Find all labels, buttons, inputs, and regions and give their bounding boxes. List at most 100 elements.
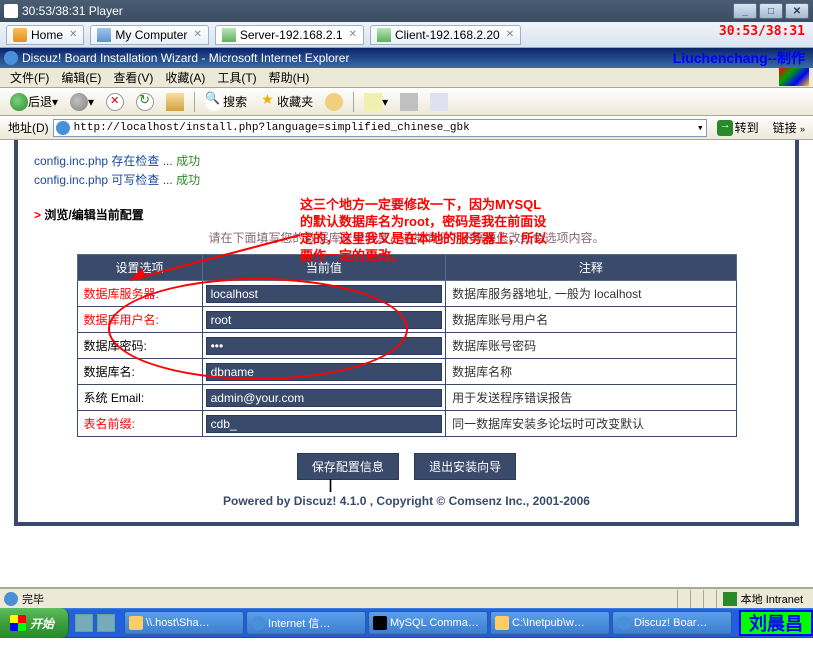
- check-line: config.inc.php 可写检查 ... 成功: [34, 171, 779, 188]
- db-name-input[interactable]: [206, 363, 443, 381]
- back-button[interactable]: 后退 ▾: [5, 90, 63, 114]
- separator: [194, 92, 195, 112]
- table-row: 数据库服务器: 数据库服务器地址, 一般为 localhost: [77, 281, 736, 307]
- col-option: 设置选项: [77, 255, 202, 281]
- ie-logo-icon: [4, 51, 18, 65]
- favorites-button[interactable]: 收藏夹: [254, 90, 318, 114]
- tab-home[interactable]: Home ✕: [6, 25, 84, 45]
- task-button[interactable]: Internet 信…: [246, 611, 366, 635]
- address-input[interactable]: http://localhost/install.php?language=si…: [53, 119, 707, 137]
- ql-icon[interactable]: [75, 614, 93, 632]
- db-password-input[interactable]: [206, 337, 443, 355]
- player-titlebar: 30:53/38:31 Player _ □ ✕: [0, 0, 813, 22]
- edit-button[interactable]: [425, 90, 453, 114]
- stop-button[interactable]: [101, 90, 129, 114]
- close-button[interactable]: ✕: [785, 3, 809, 19]
- mail-icon: [364, 93, 382, 111]
- refresh-button[interactable]: [131, 90, 159, 114]
- menu-help[interactable]: 帮助(H): [263, 69, 316, 86]
- ql-icon[interactable]: [97, 614, 115, 632]
- footer-text: Powered by Discuz! 4.1.0 , Copyright © C…: [34, 494, 779, 508]
- go-button[interactable]: 转到: [711, 119, 765, 136]
- go-icon: [717, 120, 733, 136]
- status-cell: [690, 590, 703, 608]
- tab-close-icon[interactable]: ✕: [349, 29, 357, 40]
- go-label: 转到: [735, 119, 759, 136]
- config-table: 设置选项 当前值 注释 数据库服务器: 数据库服务器地址, 一般为 localh…: [77, 254, 737, 437]
- row-label: 数据库服务器:: [77, 281, 202, 307]
- email-input[interactable]: [206, 389, 443, 407]
- home-icon: [166, 93, 184, 111]
- row-note: 同一数据库安装多论坛时可改变默认: [446, 411, 736, 437]
- task-button[interactable]: C:\Inetpub\w…: [490, 611, 610, 635]
- tab-server[interactable]: Server-192.168.2.1 ✕: [215, 25, 364, 45]
- tab-mycomputer[interactable]: My Computer✕: [90, 25, 208, 45]
- row-label: 系统 Email:: [77, 385, 202, 411]
- menu-file[interactable]: 文件(F): [4, 69, 55, 86]
- tab-label: Server-192.168.2.1: [240, 28, 343, 42]
- tab-close-icon[interactable]: ✕: [506, 29, 514, 40]
- history-icon: [325, 93, 343, 111]
- tab-close-icon[interactable]: ✕: [69, 29, 77, 40]
- forward-button[interactable]: ▾: [65, 90, 99, 114]
- player-icon: [4, 4, 18, 18]
- annotation-text: 这三个地方一定要修改一下，因为MYSQL 的默认数据库名为root，密码是我在前…: [300, 196, 547, 264]
- ie-throbber-icon: [779, 68, 809, 86]
- server-icon: [222, 28, 236, 42]
- menu-tools[interactable]: 工具(T): [211, 69, 262, 86]
- folder-icon: [129, 616, 143, 630]
- player-tabs-bar: Home ✕ My Computer✕ Server-192.168.2.1 ✕ C…: [0, 22, 813, 48]
- table-row: 数据库密码: 数据库账号密码: [77, 333, 736, 359]
- tab-label: Home: [31, 28, 63, 42]
- tab-label: Client-192.168.2.20: [395, 28, 500, 42]
- start-button[interactable]: 开始: [0, 608, 69, 638]
- row-note: 数据库服务器地址, 一般为 localhost: [446, 281, 736, 307]
- mail-button[interactable]: ▾: [359, 90, 393, 114]
- maximize-button[interactable]: □: [759, 3, 783, 19]
- status-cell: [677, 590, 690, 608]
- task-button[interactable]: \\.host\Sha…: [124, 611, 244, 635]
- home-button[interactable]: [161, 90, 189, 114]
- row-note: 数据库账号密码: [446, 333, 736, 359]
- home-icon: [13, 28, 27, 42]
- windows-icon: [10, 615, 26, 631]
- menu-edit[interactable]: 编辑(E): [55, 69, 107, 86]
- history-button[interactable]: [320, 90, 348, 114]
- minimize-button[interactable]: _: [733, 3, 757, 19]
- db-server-input[interactable]: [206, 285, 443, 303]
- ie-icon: [251, 616, 265, 630]
- prefix-input[interactable]: [206, 415, 443, 433]
- table-row: 系统 Email: 用于发送程序错误报告: [77, 385, 736, 411]
- ie-menubar: 文件(F) 编辑(E) 查看(V) 收藏(A) 工具(T) 帮助(H): [0, 68, 813, 88]
- task-buttons: \\.host\Sha… Internet 信… MySQL Comma… C:…: [121, 611, 739, 635]
- menu-view[interactable]: 查看(V): [107, 69, 159, 86]
- db-user-input[interactable]: [206, 311, 443, 329]
- author-overlay: Liuchenchang--制作: [673, 48, 805, 68]
- status-text: 完毕: [22, 591, 44, 607]
- row-label: 数据库用户名:: [77, 307, 202, 333]
- back-icon: [10, 93, 28, 111]
- dropdown-icon[interactable]: ▾: [697, 121, 704, 135]
- tab-close-icon[interactable]: ✕: [193, 29, 201, 40]
- search-button[interactable]: 搜索: [200, 90, 252, 114]
- print-button[interactable]: [395, 90, 423, 114]
- task-button[interactable]: Discuz! Boar…: [612, 611, 732, 635]
- address-label: 地址(D): [4, 119, 53, 136]
- menu-favorites[interactable]: 收藏(A): [159, 69, 211, 86]
- row-label: 数据库密码:: [77, 333, 202, 359]
- save-config-button[interactable]: 保存配置信息: [297, 453, 399, 480]
- task-button[interactable]: MySQL Comma…: [368, 611, 488, 635]
- ie-title: Discuz! Board Installation Wizard - Micr…: [22, 51, 349, 65]
- stop-icon: [106, 93, 124, 111]
- exit-wizard-button[interactable]: 退出安装向导: [414, 453, 516, 480]
- links-button[interactable]: 链接 »: [769, 119, 809, 136]
- tab-client[interactable]: Client-192.168.2.20 ✕: [370, 25, 521, 45]
- ie-addressbar: 地址(D) http://localhost/install.php?langu…: [0, 116, 813, 140]
- taskbar: 开始 \\.host\Sha… Internet 信… MySQL Comma……: [0, 608, 813, 638]
- table-row: 表名前缀: 同一数据库安装多论坛时可改变默认: [77, 411, 736, 437]
- check-line: config.inc.php 存在检查 ... 成功: [34, 152, 779, 169]
- back-label: 后退: [28, 93, 52, 110]
- favorites-label: 收藏夹: [277, 93, 313, 110]
- row-note: 用于发送程序错误报告: [446, 385, 736, 411]
- quick-launch: [69, 614, 121, 632]
